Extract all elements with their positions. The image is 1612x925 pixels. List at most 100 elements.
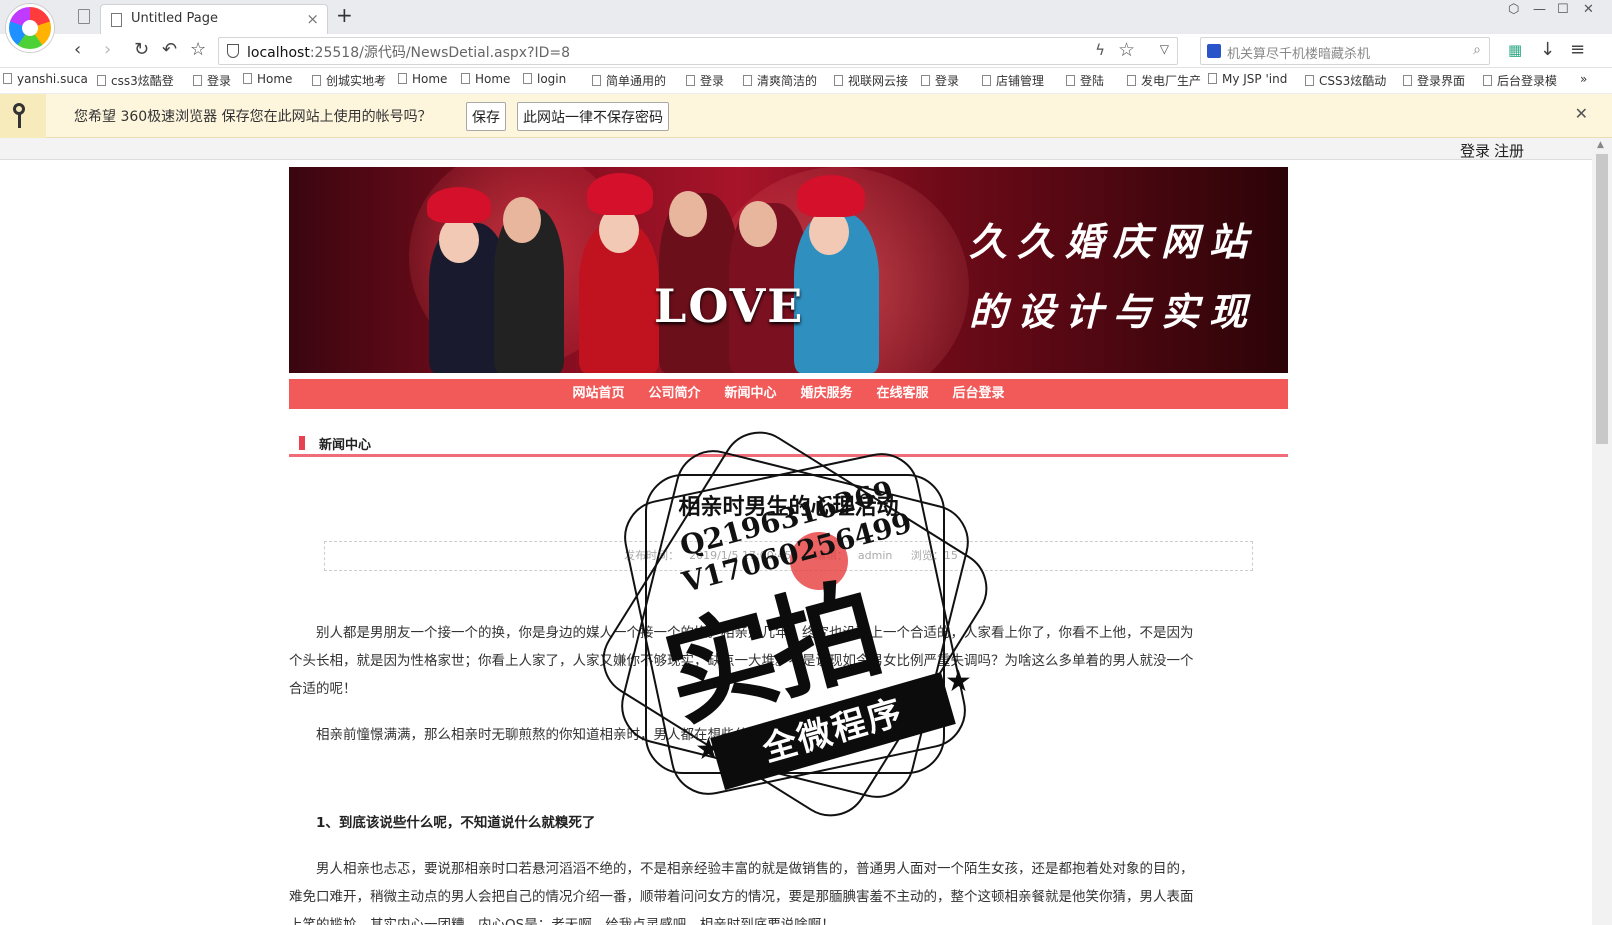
vertical-scrollbar[interactable]: ▲ [1592, 138, 1612, 925]
article-subheading: 1、到底该说些什么呢，不知道说什么就糗死了 [316, 815, 596, 831]
bookmark-item[interactable]: 登录 [921, 72, 959, 89]
apps-grid-icon[interactable]: ▦ [1508, 40, 1522, 60]
address-bar[interactable]: localhost:25518/源代码/NewsDetial.aspx?ID=8… [218, 37, 1178, 65]
bookmark-item[interactable]: 店铺管理 [982, 72, 1044, 89]
page-icon [78, 9, 90, 24]
bookmark-page-icon [193, 75, 202, 86]
page-viewport: 登录注册 LOVE 久久婚庆网站 的设计与实现 网站首页公司简介新闻中心 [0, 138, 1592, 925]
bookmark-label: 清爽简洁的 [757, 74, 818, 88]
menu-item[interactable]: 在线客服 [877, 379, 929, 409]
menu-item[interactable]: 新闻中心 [724, 379, 776, 409]
bookmark-item[interactable]: 登录 [686, 72, 724, 89]
bookmark-item[interactable]: 登录 [193, 72, 231, 89]
article-paragraph: 男人相亲也忐忑，要说那相亲时口若悬河滔滔不绝的，不是相亲经验丰富的就是做销售的，… [289, 861, 1194, 925]
bookmark-page-icon [1127, 75, 1136, 86]
banner-title-line-1: 久久婚庆网站 [969, 219, 1258, 264]
bookmark-item[interactable]: 发电厂生产 [1127, 72, 1201, 89]
browser-logo-icon[interactable] [6, 4, 54, 52]
login-link[interactable]: 登录 [1460, 142, 1490, 160]
undo-icon[interactable]: ↶ [162, 40, 177, 60]
bookmark-label: 登陆 [1080, 74, 1105, 88]
bookmark-label: 店铺管理 [996, 74, 1045, 88]
search-box[interactable]: 机关算尽千机楼暗藏杀机 ⌕ [1200, 37, 1490, 65]
bookmark-page-icon [312, 75, 321, 86]
bookmark-label: 视联网云接 [848, 74, 909, 88]
menu-item[interactable]: 后台登录 [953, 379, 1005, 409]
bookmark-item[interactable]: My JSP 'ind [1208, 72, 1287, 86]
favorite-icon[interactable]: ☆ [190, 40, 206, 60]
bookmark-page-icon [523, 73, 532, 84]
menu-item[interactable]: 网站首页 [572, 379, 624, 409]
bookmark-label: CSS3炫酷动 [1319, 74, 1387, 88]
browser-tab[interactable]: Untitled Page × [100, 4, 328, 34]
bookmark-item[interactable]: 登录界面 [1403, 72, 1465, 89]
section-marker [299, 436, 305, 450]
scroll-up-icon[interactable]: ▲ [1597, 140, 1604, 150]
close-icon[interactable]: ✕ [1575, 104, 1588, 123]
bookmark-label: 发电厂生产 [1141, 74, 1202, 88]
chevron-down-icon[interactable]: ▽ [1160, 42, 1169, 56]
bookmark-label: login [537, 72, 567, 86]
page-icon [111, 13, 122, 27]
back-icon[interactable]: ‹ [74, 40, 81, 60]
bookmark-label: 创城实地考 [326, 74, 387, 88]
menu-item[interactable]: 婚庆服务 [801, 379, 853, 409]
bookmark-item[interactable]: 视联网云接 [834, 72, 908, 89]
never-save-password-button[interactable]: 此网站一律不保存密码 [517, 102, 669, 131]
tab-close-icon[interactable]: × [306, 10, 319, 28]
save-password-message: 您希望 360极速浏览器 保存您在此网站上使用的帐号吗？ [74, 109, 432, 125]
new-tab-button[interactable]: + [336, 3, 353, 27]
bookmark-item[interactable]: Home [461, 72, 510, 86]
bookmark-page-icon [1403, 75, 1412, 86]
bookmark-item[interactable]: Home [243, 72, 292, 86]
bookmark-label: 登录 [935, 74, 960, 88]
meta-editor-label: 编辑： [814, 549, 848, 562]
bookmark-page-icon [1208, 73, 1217, 84]
scrollbar-thumb[interactable] [1596, 154, 1608, 444]
bookmark-item[interactable]: Home [398, 72, 447, 86]
skin-icon[interactable]: ⬡ [1508, 2, 1519, 17]
minimize-icon[interactable]: — [1533, 2, 1546, 17]
bookmark-item[interactable]: login [523, 72, 566, 86]
save-password-button[interactable]: 保存 [466, 102, 506, 131]
bookmark-label: 简单通用的 [606, 74, 667, 88]
close-window-icon[interactable]: ✕ [1583, 2, 1594, 17]
bookmark-page-icon [243, 73, 252, 84]
security-shield-icon [227, 44, 239, 58]
bookmark-item[interactable]: 简单通用的 [592, 72, 666, 89]
bookmark-page-icon [1483, 75, 1492, 86]
bookmark-item[interactable]: 登陆 [1066, 72, 1104, 89]
bookmark-item[interactable]: 后台登录模 [1483, 72, 1557, 89]
forward-icon[interactable]: › [104, 40, 111, 60]
speed-mode-icon[interactable]: ϟ [1095, 41, 1105, 59]
bookmark-page-icon [743, 75, 752, 86]
bookmark-item[interactable]: 创城实地考 [312, 72, 386, 89]
register-link[interactable]: 注册 [1494, 142, 1524, 160]
bookmark-label: 登录 [207, 74, 232, 88]
bookmark-label: My JSP 'ind [1222, 72, 1288, 86]
section-header: 新闻中心 [289, 433, 1288, 457]
maximize-icon[interactable]: ☐ [1557, 2, 1569, 17]
search-input[interactable]: 机关算尽千机楼暗藏杀机 [1227, 43, 1370, 62]
article-title: 相亲时男生的心理活动 [678, 495, 899, 520]
reload-icon[interactable]: ↻ [134, 40, 149, 60]
key-icon [0, 94, 46, 138]
download-icon[interactable]: ↓ [1540, 40, 1555, 60]
article-meta: 发布时间： 2019/1/5 17:00:45 编辑： admin 浏览：15 [324, 541, 1253, 571]
search-engine-icon [1207, 44, 1221, 58]
bookmark-star-icon[interactable]: ☆ [1118, 39, 1135, 61]
bookmark-page-icon [921, 75, 930, 86]
meta-time: 2019/1/5 17:00:45 [689, 549, 792, 562]
bookmarks-bar: » yanshi.suca css3炫酷登 登录 Home 创城实地考 Home Home l… [0, 68, 1612, 94]
bookmarks-more-icon[interactable]: » [1580, 72, 1587, 86]
search-icon[interactable]: ⌕ [1473, 42, 1481, 58]
bookmark-item[interactable]: yanshi.suca [3, 72, 88, 86]
bookmark-item[interactable]: css3炫酷登 [97, 72, 174, 89]
menu-item[interactable]: 公司简介 [648, 379, 700, 409]
bookmark-page-icon [592, 75, 601, 86]
bookmark-page-icon [398, 73, 407, 84]
menu-icon[interactable]: ≡ [1570, 40, 1585, 60]
bookmark-item[interactable]: CSS3炫酷动 [1305, 72, 1386, 89]
section-title: 新闻中心 [319, 438, 372, 453]
bookmark-item[interactable]: 清爽简洁的 [743, 72, 817, 89]
